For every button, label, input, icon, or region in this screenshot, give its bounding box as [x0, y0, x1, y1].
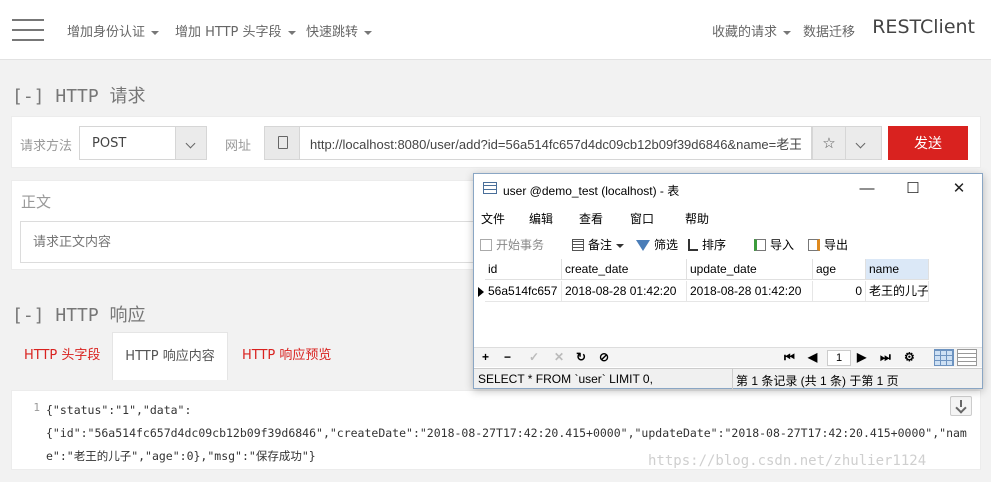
- discard-button[interactable]: ✕: [554, 350, 564, 364]
- sql-text: SELECT * FROM `user` LIMIT 0,: [478, 372, 653, 386]
- caret-down-icon: [287, 30, 296, 35]
- column-header-age[interactable]: age: [813, 259, 866, 280]
- brand-logo[interactable]: RESTClient: [872, 16, 975, 38]
- delete-record-button[interactable]: −: [504, 350, 511, 364]
- window-titlebar[interactable]: user @demo_test (localhost) - 表 — ☐ ✕: [474, 174, 982, 204]
- add-record-button[interactable]: +: [482, 350, 489, 364]
- refresh-icon[interactable]: ↻: [576, 350, 586, 364]
- menu-window[interactable]: 窗口: [630, 210, 654, 227]
- nav-data-migration[interactable]: 数据迁移: [803, 21, 855, 40]
- caret-down-icon: [151, 30, 160, 35]
- menu-icon[interactable]: [12, 19, 44, 41]
- sort-icon: [688, 239, 698, 251]
- sort-button[interactable]: 排序: [688, 236, 726, 253]
- request-section-title: [-] HTTP 请求: [12, 82, 146, 108]
- caret-down-icon: [783, 30, 792, 35]
- download-icon[interactable]: [950, 396, 972, 416]
- menu-help[interactable]: 帮助: [685, 210, 709, 227]
- transaction-icon: [480, 239, 492, 251]
- memo-button[interactable]: 备注: [572, 236, 625, 253]
- tab-response-body[interactable]: HTTP 响应内容: [112, 332, 228, 380]
- response-collapse-toggle[interactable]: [-]: [12, 305, 45, 326]
- window-statusbar: SELECT * FROM `user` LIMIT 0, 第 1 条记录 (共…: [474, 368, 982, 389]
- table-cell[interactable]: 2018-08-28 01:42:20: [687, 281, 813, 302]
- import-button[interactable]: 导入: [754, 236, 794, 253]
- method-select[interactable]: POST: [79, 126, 207, 160]
- table-cell[interactable]: 2018-08-28 01:42:20: [562, 281, 687, 302]
- table-icon: [483, 182, 497, 194]
- column-header-create-date[interactable]: create_date: [562, 259, 687, 280]
- data-grid: id create_date update_date age name 56a5…: [474, 259, 982, 347]
- window-title: user @demo_test (localhost) - 表: [503, 184, 680, 198]
- table-cell[interactable]: 56a514fc657: [485, 281, 562, 302]
- minimize-icon[interactable]: —: [852, 179, 882, 199]
- star-icon[interactable]: ☆: [812, 126, 846, 160]
- stop-icon[interactable]: ⊘: [599, 350, 609, 364]
- page-number-input[interactable]: 1: [827, 350, 851, 366]
- top-navbar: 增加身份认证 增加 HTTP 头字段 快速跳转 收藏的请求 数据迁移 RESTC…: [0, 0, 991, 60]
- request-panel: 请求方法 POST 网址 ☆ 发送: [11, 116, 981, 168]
- tab-response-preview[interactable]: HTTP 响应预览: [242, 332, 331, 380]
- method-value: POST: [92, 136, 127, 151]
- column-header-name[interactable]: name: [866, 259, 929, 280]
- prev-page-icon[interactable]: ◀: [808, 350, 817, 364]
- column-header-update-date[interactable]: update_date: [687, 259, 813, 280]
- url-input[interactable]: [300, 126, 812, 160]
- table-cell[interactable]: 0: [813, 281, 866, 302]
- gear-icon[interactable]: ⚙: [904, 350, 915, 364]
- tab-headers[interactable]: HTTP 头字段: [24, 332, 100, 380]
- nav-add-header[interactable]: 增加 HTTP 头字段: [175, 21, 296, 40]
- caret-down-icon: [616, 243, 625, 248]
- send-button[interactable]: 发送: [888, 126, 968, 160]
- statusbar-divider: [732, 369, 733, 389]
- menu-view[interactable]: 查看: [579, 210, 603, 227]
- filter-button[interactable]: 筛选: [636, 236, 678, 253]
- window-toolbar: 开始事务 备注 筛选 排序 导入 导出: [474, 232, 982, 258]
- begin-transaction-button[interactable]: 开始事务: [480, 236, 544, 253]
- window-menubar: 文件 编辑 查看 窗口 帮助: [474, 207, 982, 227]
- body-label: 正文: [21, 193, 52, 211]
- response-section-title: [-] HTTP 响应: [12, 301, 146, 327]
- grid-view-icon[interactable]: [934, 349, 954, 366]
- form-view-icon[interactable]: [957, 349, 977, 366]
- watermark: https://blog.csdn.net/zhulier1124: [648, 453, 927, 469]
- maximize-icon[interactable]: ☐: [898, 179, 928, 199]
- url-history-dropdown[interactable]: [846, 126, 882, 160]
- record-navbar: + − ✓ ✕ ↻ ⊘ ⏮ ◀ 1 ▶ ⏭ ⚙: [474, 347, 982, 367]
- document-icon: [264, 126, 300, 160]
- line-number: 1: [33, 401, 40, 414]
- filter-icon: [636, 240, 650, 251]
- export-button[interactable]: 导出: [808, 236, 848, 253]
- close-icon[interactable]: ✕: [944, 179, 974, 199]
- caret-down-icon: [364, 30, 373, 35]
- menu-edit[interactable]: 编辑: [529, 210, 553, 227]
- navicat-table-window: user @demo_test (localhost) - 表 — ☐ ✕ 文件…: [473, 173, 983, 389]
- request-title-text: HTTP 请求: [55, 86, 146, 107]
- response-title-text: HTTP 响应: [55, 305, 146, 326]
- nav-favorites[interactable]: 收藏的请求: [712, 21, 792, 40]
- column-header-id[interactable]: id: [485, 259, 562, 280]
- record-info: 第 1 条记录 (共 1 条) 于第 1 页: [736, 374, 899, 388]
- apply-button[interactable]: ✓: [529, 350, 539, 364]
- current-row-marker-icon: [478, 287, 484, 297]
- export-icon: [808, 239, 820, 251]
- request-collapse-toggle[interactable]: [-]: [12, 86, 45, 107]
- menu-file[interactable]: 文件: [481, 210, 505, 227]
- method-label: 请求方法: [20, 139, 73, 154]
- first-page-icon[interactable]: ⏮: [784, 350, 795, 365]
- import-icon: [754, 239, 766, 251]
- url-label: 网址: [225, 139, 252, 154]
- chevron-down-icon: [175, 127, 206, 159]
- nav-quick-jump[interactable]: 快速跳转: [306, 21, 373, 40]
- table-cell[interactable]: 老王的儿子: [866, 281, 929, 302]
- nav-add-auth[interactable]: 增加身份认证: [67, 21, 160, 40]
- memo-icon: [572, 239, 584, 251]
- next-page-icon[interactable]: ▶: [857, 350, 866, 364]
- last-page-icon[interactable]: ⏭: [880, 350, 891, 365]
